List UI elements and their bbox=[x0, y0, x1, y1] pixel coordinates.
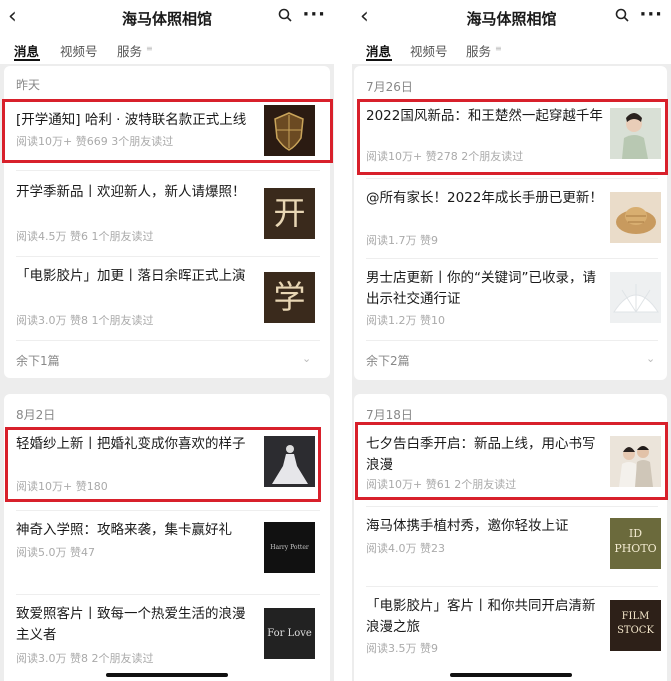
highlight-box bbox=[5, 427, 321, 502]
separator bbox=[16, 594, 320, 595]
tab-bar: 消息 视频号 服务 ≡ bbox=[0, 38, 334, 64]
separator bbox=[16, 256, 320, 257]
separator bbox=[16, 510, 320, 511]
home-indicator bbox=[106, 673, 228, 677]
article-title: 「电影胶片」客片丨和你共同开启清新浪漫之旅 bbox=[366, 598, 596, 635]
paper-fan-icon bbox=[610, 272, 661, 323]
tab-messages[interactable]: 消息 bbox=[366, 41, 391, 60]
article-item[interactable]: 「电影胶片」加更丨落日余晖正式上演 阅读3.0万 赞8 1个朋友读过 学 bbox=[4, 260, 330, 340]
group-date: 昨天 bbox=[16, 78, 41, 92]
article-meta: 阅读3.0万 赞8 1个朋友读过 bbox=[16, 314, 154, 327]
services-arrow-icon: ≡ bbox=[495, 44, 502, 53]
nav-bar: ‹ 海马体照相馆 ··· bbox=[352, 0, 671, 38]
panel-divider bbox=[334, 0, 352, 681]
article-title: 「电影胶片」加更丨落日余晖正式上演 bbox=[16, 268, 246, 284]
article-item[interactable]: 男士店更新丨你的“关键词”已收录，请出示社交通行证 阅读1.2万 赞10 bbox=[354, 262, 667, 338]
separator bbox=[366, 178, 658, 179]
more-icon[interactable]: ··· bbox=[302, 4, 326, 25]
group-date: 7月26日 bbox=[366, 80, 413, 94]
article-meta: 阅读3.5万 赞9 bbox=[366, 642, 438, 655]
article-item[interactable]: @所有家长！2022年成长手册已更新！ 阅读1.7万 赞9 bbox=[354, 182, 667, 258]
search-icon[interactable] bbox=[278, 8, 292, 22]
article-thumbnail bbox=[610, 272, 661, 323]
tab-services[interactable]: 服务 bbox=[466, 41, 491, 60]
article-title: 致爱照客片丨致每一个热爱生活的浪漫主义者 bbox=[16, 606, 246, 643]
left-screen: ‹ 海马体照相馆 ··· 消息 视频号 服务 ≡ 昨天 [开学通知] 哈利 · … bbox=[0, 0, 334, 681]
services-arrow-icon: ≡ bbox=[146, 44, 153, 53]
tab-channels[interactable]: 视频号 bbox=[60, 41, 98, 60]
separator bbox=[16, 340, 320, 341]
article-thumbnail: 开 bbox=[264, 188, 315, 239]
article-thumbnail bbox=[610, 192, 661, 243]
nav-bar: ‹ 海马体照相馆 ··· bbox=[0, 0, 334, 38]
group-date: 8月2日 bbox=[16, 408, 56, 422]
article-title: 男士店更新丨你的“关键词”已收录，请出示社交通行证 bbox=[366, 270, 596, 307]
tab-underline bbox=[366, 59, 392, 61]
separator bbox=[366, 506, 658, 507]
article-title: @所有家长！2022年成长手册已更新！ bbox=[366, 190, 603, 206]
article-item[interactable]: 神奇入学照：攻略来袭，集卡赢好礼 阅读5.0万 赞47 Harry Potter bbox=[4, 514, 330, 594]
chevron-down-icon[interactable]: ⌄ bbox=[646, 352, 655, 365]
article-title: 神奇入学照：攻略来袭，集卡赢好礼 bbox=[16, 522, 232, 538]
remaining-articles-link[interactable]: 余下1篇 bbox=[16, 352, 60, 369]
group-date: 7月18日 bbox=[366, 408, 413, 422]
article-thumbnail: Harry Potter bbox=[264, 522, 315, 573]
remaining-articles-link[interactable]: 余下2篇 bbox=[366, 352, 410, 369]
article-item[interactable]: 海马体携手植村秀，邀你轻妆上证 阅读4.0万 赞23 ID PHOTO bbox=[354, 510, 667, 586]
home-indicator bbox=[450, 673, 572, 677]
search-icon[interactable] bbox=[615, 8, 629, 22]
tab-services[interactable]: 服务 bbox=[117, 41, 142, 60]
highlight-box bbox=[2, 99, 333, 163]
article-title: 开学季新品丨欢迎新人，新人请爆照！ bbox=[16, 184, 246, 200]
straw-hat-icon bbox=[610, 192, 661, 243]
article-thumbnail: 学 bbox=[264, 272, 315, 323]
article-item[interactable]: 致爱照客片丨致每一个热爱生活的浪漫主义者 阅读3.0万 赞8 2个朋友读过 Fo… bbox=[4, 598, 330, 678]
tab-channels[interactable]: 视频号 bbox=[410, 41, 448, 60]
separator bbox=[366, 258, 658, 259]
article-thumbnail: ID PHOTO bbox=[610, 518, 661, 569]
article-thumbnail: For Love bbox=[264, 608, 315, 659]
article-meta: 阅读3.0万 赞8 2个朋友读过 bbox=[16, 652, 154, 665]
tab-messages[interactable]: 消息 bbox=[14, 41, 39, 60]
article-meta: 阅读4.5万 赞6 1个朋友读过 bbox=[16, 230, 154, 243]
right-screen: ‹ 海马体照相馆 ··· 消息 视频号 服务 ≡ 7月26日 2022国风新品：… bbox=[352, 0, 671, 681]
chevron-down-icon[interactable]: ⌄ bbox=[302, 352, 311, 365]
article-meta: 阅读1.2万 赞10 bbox=[366, 314, 445, 327]
article-meta: 阅读5.0万 赞47 bbox=[16, 546, 95, 559]
article-meta: 阅读1.7万 赞9 bbox=[366, 234, 438, 247]
article-title: 海马体携手植村秀，邀你轻妆上证 bbox=[366, 518, 569, 534]
article-item[interactable]: 开学季新品丨欢迎新人，新人请爆照！ 阅读4.5万 赞6 1个朋友读过 开 bbox=[4, 176, 330, 256]
highlight-box bbox=[357, 99, 668, 175]
highlight-box bbox=[355, 422, 668, 500]
article-meta: 阅读4.0万 赞23 bbox=[366, 542, 445, 555]
separator bbox=[16, 170, 320, 171]
article-thumbnail: FILM STOCK bbox=[610, 600, 661, 651]
article-item[interactable]: 「电影胶片」客片丨和你共同开启清新浪漫之旅 阅读3.5万 赞9 FILM STO… bbox=[354, 590, 667, 670]
more-icon[interactable]: ··· bbox=[639, 4, 663, 25]
separator bbox=[366, 586, 658, 587]
tab-underline bbox=[14, 59, 40, 61]
separator bbox=[366, 340, 658, 341]
tab-bar: 消息 视频号 服务 ≡ bbox=[352, 38, 671, 64]
